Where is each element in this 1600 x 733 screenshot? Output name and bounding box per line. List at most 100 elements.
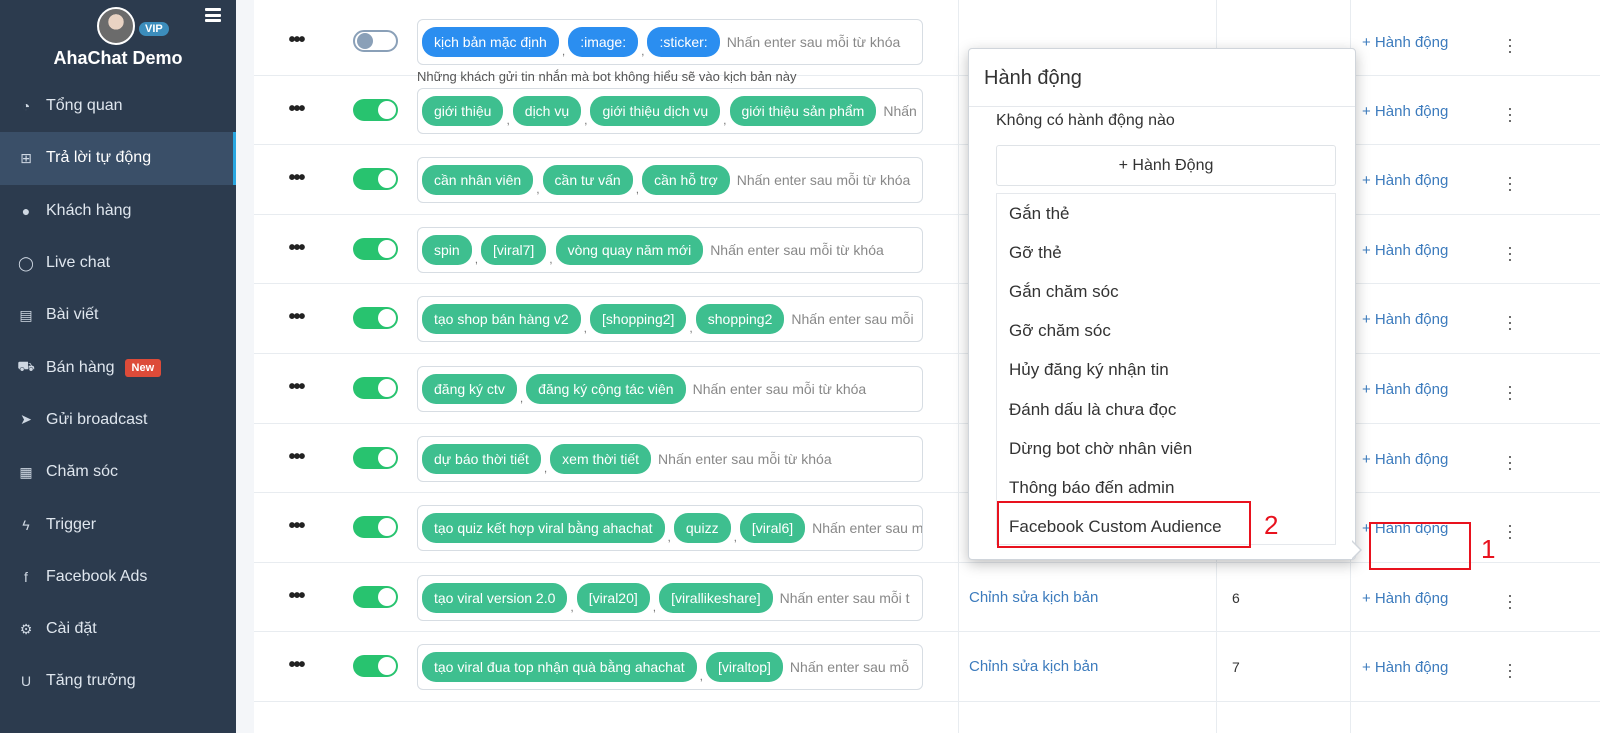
keyword-tag[interactable]: tạo quiz kết hợp viral bằng ahachat xyxy=(422,513,665,544)
keyword-input[interactable]: tạo viral đua top nhận quà bằng ahachat,… xyxy=(417,644,923,691)
sidebar-item-2[interactable]: ● Khách hàng xyxy=(0,185,236,237)
keyword-tag[interactable]: giới thiệu xyxy=(422,95,504,126)
keyword-tag[interactable]: vòng quay năm mới xyxy=(555,234,704,265)
keyword-tag[interactable]: [viral7] xyxy=(481,234,547,265)
keyword-tag[interactable]: :sticker: xyxy=(647,27,720,57)
drag-handle-icon[interactable]: ••• xyxy=(286,377,306,397)
sidebar-item-0[interactable]: ◔ Tổng quan xyxy=(0,80,236,132)
more-options-icon[interactable]: · · · xyxy=(1504,377,1516,407)
add-action-link[interactable]: + Hành động xyxy=(1362,242,1448,259)
keyword-tag[interactable]: quizz xyxy=(673,513,731,544)
more-options-icon[interactable]: · · · xyxy=(1504,99,1516,129)
sidebar-item-3[interactable]: ◯ Live chat xyxy=(0,237,236,289)
enable-toggle[interactable] xyxy=(353,168,398,191)
enable-toggle[interactable] xyxy=(353,516,398,539)
drag-handle-icon[interactable]: ••• xyxy=(286,655,306,675)
keyword-input[interactable]: cần nhân viên, cần tư vấn, cần hỗ trợ Nhấn … xyxy=(417,157,923,204)
drag-handle-icon[interactable]: ••• xyxy=(286,586,306,606)
keyword-tag[interactable]: cần hỗ trợ xyxy=(642,165,730,196)
keyword-input[interactable]: dự báo thời tiết, xem thời tiết Nhấn enter… xyxy=(417,435,923,482)
sidebar-item-1[interactable]: ⊞ Trả lời tự động xyxy=(0,132,236,185)
keyword-tag[interactable]: xem thời tiết xyxy=(550,443,652,474)
keyword-tag[interactable]: spin xyxy=(422,234,472,265)
sidebar-item-8[interactable]: ϟ Trigger xyxy=(0,498,236,550)
drag-handle-icon[interactable]: ••• xyxy=(286,99,306,119)
action-type-item[interactable]: Dừng bot chờ nhân viên xyxy=(997,429,1335,468)
keyword-input[interactable]: kịch bản mặc định,:image:,:sticker: Nhấn … xyxy=(417,19,923,65)
drag-handle-icon[interactable]: ••• xyxy=(286,238,306,258)
action-type-item[interactable]: Đánh dấu là chưa đọc xyxy=(997,390,1335,429)
action-type-item[interactable]: Gỡ thẻ xyxy=(997,233,1335,272)
avatar[interactable] xyxy=(97,7,135,45)
action-type-item[interactable]: Hủy đăng ký nhận tin xyxy=(997,351,1335,390)
keyword-tag[interactable]: dự báo thời tiết xyxy=(422,443,541,474)
enable-toggle[interactable] xyxy=(353,585,398,608)
keyword-tag[interactable]: tạo viral đua top nhận quà bằng ahachat xyxy=(422,652,697,683)
keyword-tag[interactable]: cần nhân viên xyxy=(422,165,534,196)
sidebar-item-9[interactable]: f Facebook Ads xyxy=(0,551,236,603)
keyword-tag[interactable]: [viraltop] xyxy=(706,652,783,683)
sidebar-item-5[interactable]: ⛟ Bán hàng New xyxy=(0,341,236,393)
enable-toggle[interactable] xyxy=(353,377,398,399)
keyword-input[interactable]: đăng ký ctv, đăng ký cộng tác viên Nhấn en… xyxy=(417,366,923,412)
action-type-item[interactable]: Gắn chăm sóc xyxy=(997,272,1335,311)
sidebar-item-7[interactable]: ▦ Chăm sóc xyxy=(0,446,236,498)
drag-handle-icon[interactable]: ••• xyxy=(286,447,306,467)
keyword-tag[interactable]: [virallikeshare] xyxy=(659,582,773,613)
keyword-tag[interactable]: [viral6] xyxy=(739,513,806,544)
add-action-link[interactable]: + Hành động xyxy=(1362,103,1448,120)
keyword-input[interactable]: giới thiệu, dịch vụ, giới thiệu dịch vụ, gi… xyxy=(417,87,923,134)
more-options-icon[interactable]: · · · xyxy=(1504,307,1516,337)
keyword-tag[interactable]: [shopping2] xyxy=(590,304,687,335)
enable-toggle[interactable] xyxy=(353,30,398,52)
add-action-link[interactable]: + Hành động xyxy=(1362,311,1448,328)
enable-toggle[interactable] xyxy=(353,446,398,469)
edit-script-link[interactable]: Chỉnh sửa kịch bản xyxy=(969,589,1098,606)
action-type-item[interactable]: Gỡ chăm sóc xyxy=(997,312,1335,351)
more-options-icon[interactable]: · · · xyxy=(1504,586,1516,616)
keyword-tag[interactable]: :image: xyxy=(568,27,639,57)
drag-handle-icon[interactable]: ••• xyxy=(286,30,306,50)
enable-toggle[interactable] xyxy=(353,307,398,330)
more-options-icon[interactable]: · · · xyxy=(1504,655,1516,685)
keyword-tag[interactable]: tạo viral version 2.0 xyxy=(422,582,568,613)
add-action-button[interactable]: + Hành Động xyxy=(996,145,1336,186)
action-type-list[interactable]: Gắn thẻ Gỡ thẻ Gắn chăm sóc Gỡ chăm sóc Hủy … xyxy=(996,193,1336,545)
drag-handle-icon[interactable]: ••• xyxy=(286,307,306,327)
sidebar-item-11[interactable]: U Tăng trưởng xyxy=(0,655,236,707)
keyword-tag[interactable]: cần tư vấn xyxy=(542,165,633,196)
keyword-input[interactable]: tạo quiz kết hợp viral bằng ahachat, quiz… xyxy=(417,505,923,552)
enable-toggle[interactable] xyxy=(353,237,398,260)
enable-toggle[interactable] xyxy=(353,655,398,678)
edit-script-link[interactable]: Chỉnh sửa kịch bản xyxy=(969,658,1098,675)
more-options-icon[interactable]: · · · xyxy=(1504,447,1516,477)
more-options-icon[interactable]: · · · xyxy=(1504,30,1516,60)
keyword-input[interactable]: tạo viral version 2.0, [viral20], [viralli… xyxy=(417,574,923,621)
keyword-tag[interactable]: tạo shop bán hàng v2 xyxy=(422,304,581,335)
keyword-input[interactable]: spin, [viral7], vòng quay năm mới Nhấn ente… xyxy=(417,226,923,273)
hamburger-menu-icon[interactable] xyxy=(205,8,221,22)
add-action-link[interactable]: + Hành động xyxy=(1362,451,1448,468)
keyword-tag[interactable]: kịch bản mặc định xyxy=(422,27,559,57)
sidebar-item-6[interactable]: ➤ Gửi broadcast xyxy=(0,394,236,446)
keyword-tag[interactable]: đăng ký cộng tác viên xyxy=(526,374,686,404)
add-action-link[interactable]: + Hành động xyxy=(1362,172,1448,189)
enable-toggle[interactable] xyxy=(353,98,398,121)
sidebar-item-10[interactable]: ⚙ Cài đặt xyxy=(0,603,236,655)
keyword-tag[interactable]: giới thiệu dịch vụ xyxy=(590,95,721,126)
add-action-link[interactable]: + Hành động xyxy=(1362,659,1448,676)
add-action-link[interactable]: + Hành động xyxy=(1362,34,1448,51)
more-options-icon[interactable]: · · · xyxy=(1504,516,1516,546)
keyword-tag[interactable]: đăng ký ctv xyxy=(422,374,517,404)
drag-handle-icon[interactable]: ••• xyxy=(286,168,306,188)
keyword-input[interactable]: tạo shop bán hàng v2, [shopping2], shoppin… xyxy=(417,296,923,343)
drag-handle-icon[interactable]: ••• xyxy=(286,516,306,536)
keyword-tag[interactable]: [viral20] xyxy=(576,582,650,613)
keyword-tag[interactable]: dịch vụ xyxy=(512,95,582,126)
action-type-item[interactable]: Gắn thẻ xyxy=(997,194,1335,233)
add-action-link[interactable]: + Hành động xyxy=(1362,590,1448,607)
add-action-link[interactable]: + Hành động xyxy=(1362,381,1448,398)
more-options-icon[interactable]: · · · xyxy=(1504,238,1516,268)
more-options-icon[interactable]: · · · xyxy=(1504,168,1516,198)
keyword-tag[interactable]: giới thiệu sản phẩm xyxy=(729,95,877,126)
